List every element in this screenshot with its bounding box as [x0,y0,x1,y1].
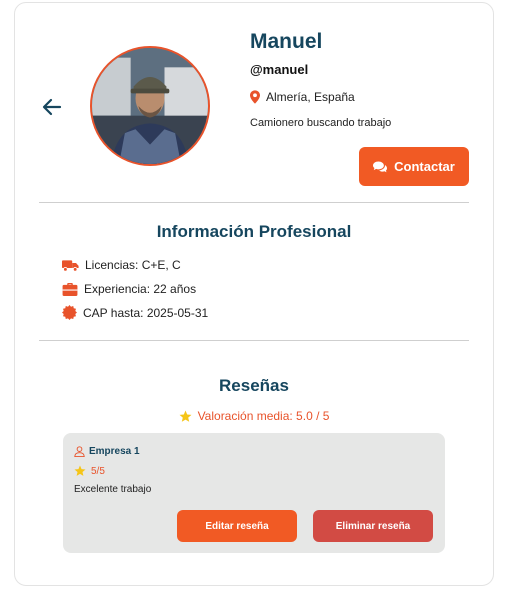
contact-button-label: Contactar [394,159,455,174]
location-text: Almería, España [266,90,355,104]
review-card: Empresa 1 5/5 Excelente trabajo Editar r… [63,433,445,553]
briefcase-icon [62,282,78,296]
user-icon [74,446,85,457]
experience-text: Experiencia: 22 años [84,282,197,296]
divider [39,202,469,203]
average-rating: Valoración media: 5.0 / 5 [39,409,469,423]
avatar [90,46,210,166]
chat-bubbles-icon [373,161,388,172]
average-rating-text: Valoración media: 5.0 / 5 [197,409,330,423]
reviews-title: Reseñas [219,376,289,395]
contact-button[interactable]: Contactar [359,147,469,186]
delete-review-button[interactable]: Eliminar reseña [313,510,433,542]
profile-handle: @manuel [250,62,309,77]
review-author: Empresa 1 [74,446,140,457]
certificate-icon [62,305,77,320]
truck-icon [62,259,79,272]
info-row-experience: Experiencia: 22 años [62,282,196,296]
info-row-licenses: Licencias: C+E, C [62,258,181,272]
profile-location: Almería, España [250,90,355,104]
review-text: Excelente trabajo [74,484,152,495]
divider [39,340,469,341]
review-author-name: Empresa 1 [89,446,140,457]
profile-bio: Camionero buscando trabajo [250,117,392,129]
review-score-text: 5/5 [91,465,105,477]
licenses-text: Licencias: C+E, C [85,258,181,272]
review-score: 5/5 [74,465,105,477]
map-pin-icon [250,90,260,104]
star-icon [74,465,86,476]
cap-text: CAP hasta: 2025-05-31 [83,305,209,320]
profile-name: Manuel [250,30,323,53]
info-row-cap: CAP hasta: 2025-05-31 [62,305,208,320]
back-arrow-icon[interactable] [40,95,64,119]
star-icon [179,410,192,422]
edit-review-button[interactable]: Editar reseña [177,510,297,542]
professional-info-title: Información Profesional [156,222,352,241]
